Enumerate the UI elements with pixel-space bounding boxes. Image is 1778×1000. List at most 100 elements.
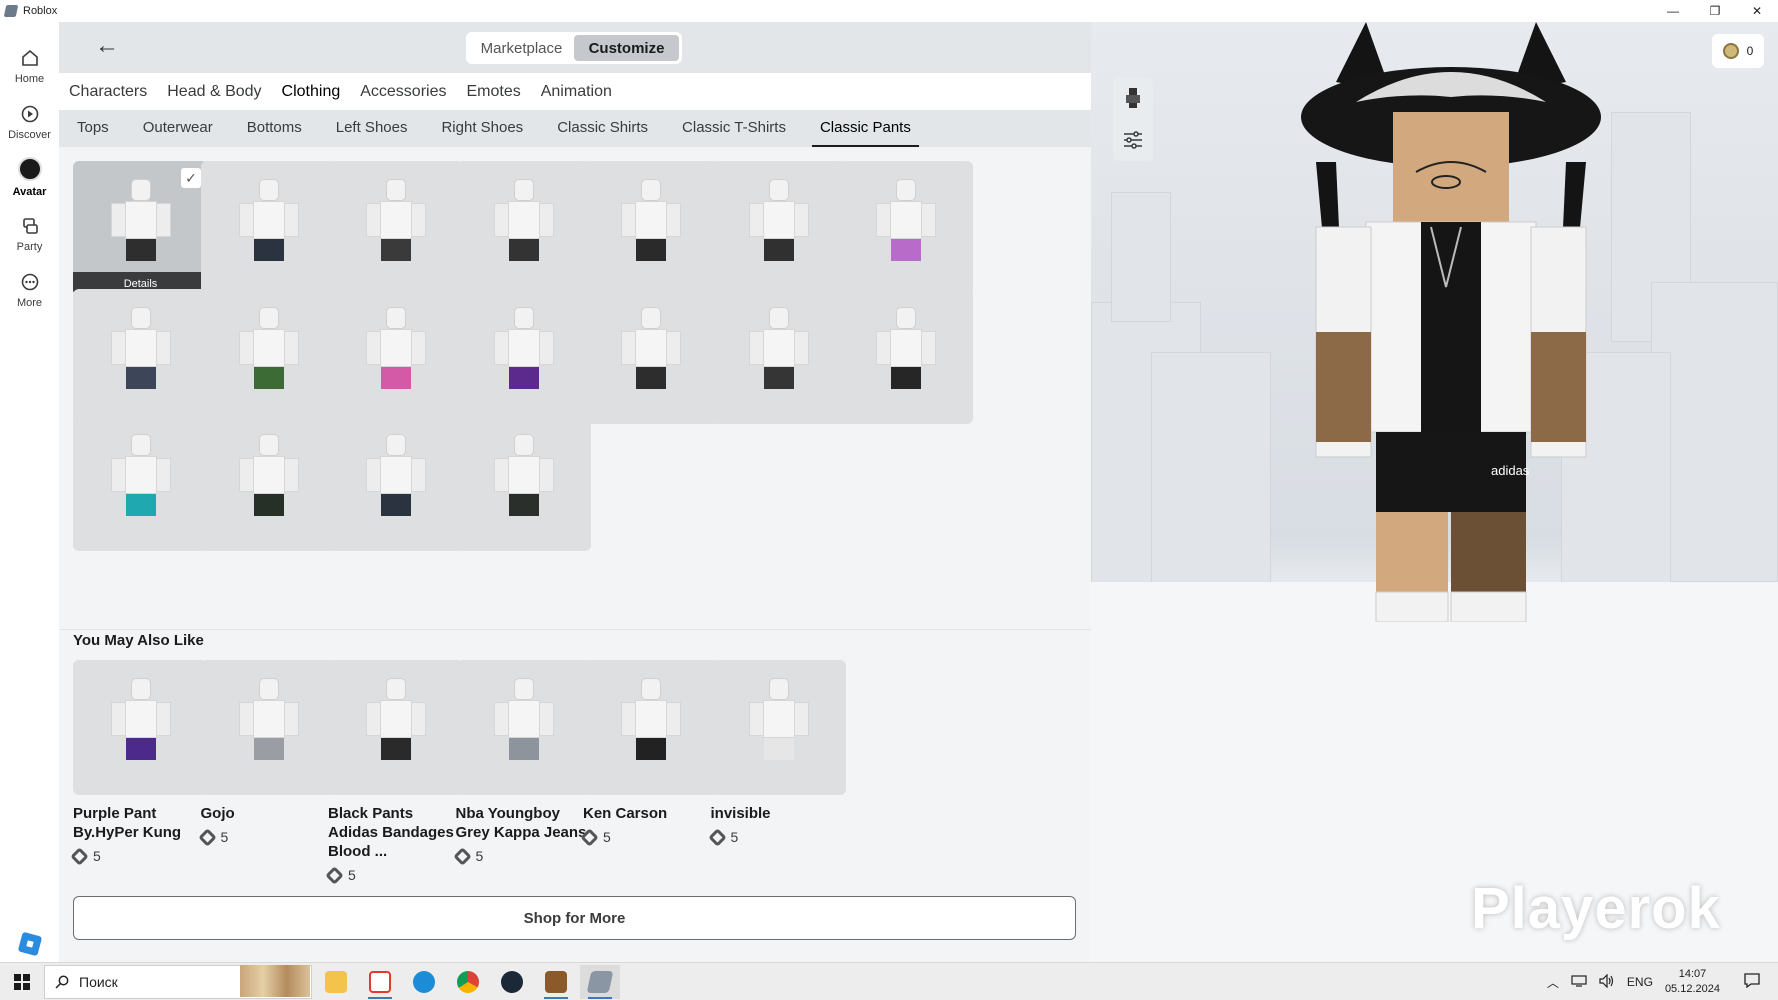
customize-tab[interactable]: Customize: [574, 35, 679, 61]
inventory-item[interactable]: [200, 161, 336, 296]
inventory-item[interactable]: [710, 161, 846, 296]
inventory-item[interactable]: [710, 288, 846, 424]
inventory-item[interactable]: [200, 288, 336, 424]
chrome-app[interactable]: [448, 965, 488, 999]
notifications-icon[interactable]: [1744, 973, 1760, 991]
subcategory-tab-tops[interactable]: Tops: [69, 110, 117, 147]
category-tab-clothing[interactable]: Clothing: [282, 83, 341, 101]
recommendation-item[interactable]: Ken Carson 5: [580, 660, 718, 847]
recommendation-name[interactable]: Nba Youngboy Grey Kappa Jeans: [456, 804, 591, 842]
minimize-button[interactable]: —: [1652, 0, 1694, 22]
sliders-icon[interactable]: [1113, 119, 1153, 161]
inventory-item[interactable]: [838, 161, 973, 296]
category-tab-characters[interactable]: Characters: [69, 83, 147, 101]
recommendation-thumbnail[interactable]: [583, 660, 718, 795]
search-highlight-image[interactable]: [240, 965, 310, 997]
recommendation-name[interactable]: invisible: [711, 804, 846, 823]
recommendation-item[interactable]: Purple Pant By.HyPer Kung 5: [70, 660, 208, 866]
left-navigation: Home Discover Avatar Party More: [0, 22, 59, 962]
recommendation-name[interactable]: Ken Carson: [583, 804, 718, 823]
chrome-icon: [457, 971, 479, 993]
inventory-item[interactable]: ✓ Details: [73, 161, 208, 296]
subcategory-tab-classic-shirts[interactable]: Classic Shirts: [549, 110, 656, 147]
inventory-item[interactable]: [455, 161, 591, 296]
category-tabs: Characters Head & Body Clothing Accessories…: [59, 73, 1091, 110]
inventory-item[interactable]: [583, 288, 718, 424]
edge-app[interactable]: [404, 965, 444, 999]
recommendation-item[interactable]: Gojo 5: [197, 660, 336, 847]
window-title: Roblox: [23, 5, 58, 17]
subcategory-tab-classic-pants[interactable]: Classic Pants: [811, 110, 919, 147]
background-block: [1111, 192, 1171, 322]
subcategory-tab-left-shoes[interactable]: Left Shoes: [328, 110, 416, 147]
restore-button[interactable]: ❐: [1694, 0, 1736, 22]
inventory-item[interactable]: [200, 416, 336, 551]
recommendation-item[interactable]: Nba Youngboy Grey Kappa Jeans 5: [452, 660, 591, 866]
close-button[interactable]: ✕: [1736, 0, 1778, 22]
back-arrow-icon[interactable]: ←: [95, 34, 123, 59]
clock[interactable]: 14:07 05.12.2024: [1665, 967, 1720, 997]
inventory-item[interactable]: [328, 288, 463, 424]
clock-time: 14:07: [1678, 968, 1707, 980]
language-indicator[interactable]: ENG: [1627, 975, 1653, 989]
steam-app[interactable]: [492, 965, 532, 999]
nav-item-home[interactable]: Home: [0, 36, 59, 92]
recommendation-name[interactable]: Purple Pant By.HyPer Kung: [73, 804, 208, 842]
marketplace-tab[interactable]: Marketplace: [469, 35, 574, 61]
recommendation-item[interactable]: invisible 5: [707, 660, 846, 847]
robux-icon: [707, 827, 727, 847]
subcategory-tab-classic-t-shirts[interactable]: Classic T-Shirts: [674, 110, 794, 147]
file-explorer-app[interactable]: [316, 965, 356, 999]
top-bar: ← Marketplace Customize: [59, 22, 1091, 73]
nav-item-discover[interactable]: Discover: [0, 92, 59, 148]
robux-balance[interactable]: 0: [1712, 34, 1764, 68]
robux-coin-icon: [1722, 43, 1739, 59]
recommendation-thumbnail[interactable]: [328, 660, 463, 795]
recommendation-name[interactable]: Gojo: [201, 804, 336, 823]
recommendation-thumbnail[interactable]: [73, 660, 208, 795]
avatar-thumbnail: [238, 434, 299, 534]
avatar-pose-icon[interactable]: [1113, 77, 1153, 119]
nav-item-party[interactable]: Party: [0, 204, 59, 260]
category-tab-head-body[interactable]: Head & Body: [167, 83, 261, 101]
checkmark-icon: ✓: [181, 168, 201, 188]
minecraft-app[interactable]: [536, 965, 576, 999]
subcategory-tab-right-shoes[interactable]: Right Shoes: [433, 110, 531, 147]
steam-icon: [501, 971, 523, 993]
inventory-item[interactable]: [328, 416, 463, 551]
roblox-logo-icon[interactable]: [17, 931, 43, 957]
avatar-thumbnail: [493, 678, 554, 778]
recommendation-item[interactable]: Black Pants Adidas Bandages Blood ... 5: [325, 660, 463, 885]
inventory-item[interactable]: [583, 161, 718, 296]
inventory-item[interactable]: [328, 161, 463, 296]
recommendation-thumbnail[interactable]: [710, 660, 846, 795]
category-tab-accessories[interactable]: Accessories: [360, 83, 446, 101]
inventory-item[interactable]: [455, 416, 591, 551]
network-icon[interactable]: [1571, 974, 1587, 990]
inventory-item[interactable]: [838, 288, 973, 424]
yandex-browser-app[interactable]: [360, 965, 400, 999]
nav-item-avatar[interactable]: Avatar: [0, 148, 59, 204]
roblox-taskbar-app[interactable]: [580, 965, 620, 999]
volume-icon[interactable]: [1599, 973, 1615, 991]
category-tab-emotes[interactable]: Emotes: [466, 83, 520, 101]
avatar-viewport[interactable]: adidas 0 Playerok: [1091, 22, 1778, 962]
nav-item-more[interactable]: More: [0, 260, 59, 316]
inventory-item[interactable]: [73, 416, 208, 551]
system-tray: ︿ ENG 14:07 05.12.2024: [1541, 963, 1778, 1000]
viewport-tools: [1113, 77, 1153, 161]
recommendation-thumbnail[interactable]: [455, 660, 591, 795]
search-placeholder: Поиск: [79, 974, 118, 990]
price-value: 5: [93, 848, 101, 864]
start-button[interactable]: [0, 963, 44, 1000]
chevron-up-icon[interactable]: ︿: [1547, 974, 1559, 991]
recommendation-name[interactable]: Black Pants Adidas Bandages Blood ...: [328, 804, 463, 861]
subcategory-tab-outerwear[interactable]: Outerwear: [135, 110, 221, 147]
subcategory-tab-bottoms[interactable]: Bottoms: [239, 110, 310, 147]
title-bar: Roblox — ❐ ✕: [0, 0, 1778, 22]
recommendation-thumbnail[interactable]: [200, 660, 336, 795]
inventory-item[interactable]: [455, 288, 591, 424]
inventory-item[interactable]: [73, 288, 208, 424]
shop-for-more-button[interactable]: Shop for More: [73, 896, 1076, 940]
category-tab-animation[interactable]: Animation: [541, 83, 612, 101]
